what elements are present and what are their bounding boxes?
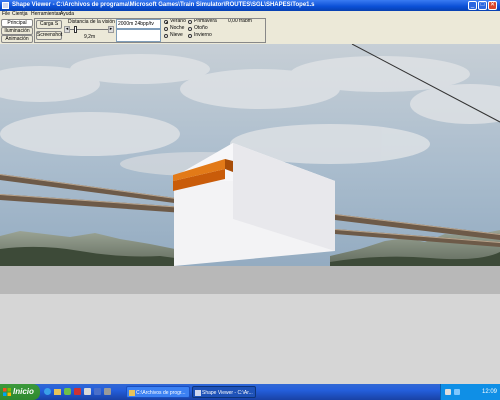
shape-viewer-icon [195,390,201,396]
menu-cientja[interactable]: Cientja [12,11,28,18]
start-label: Inicio [13,387,34,396]
ground-strip [0,266,500,296]
tab-principal[interactable]: Principal [1,19,33,27]
ground [0,294,500,384]
minimize-button[interactable]: _ [468,1,477,10]
windows-logo-icon [3,388,11,396]
menu-file[interactable]: File [2,11,10,18]
app-shortcut-icon[interactable] [104,388,111,395]
clock: 12:09 [481,389,497,395]
menu-ayuda[interactable]: Ayuda [60,11,74,18]
maximize-button[interactable]: □ [478,1,487,10]
start-button[interactable]: Inicio [0,384,40,400]
app-shortcut-icon[interactable] [84,388,91,395]
taskbar-item-shape-viewer[interactable]: Shape Viewer - C:\Ar... [192,386,256,398]
viewport-3d[interactable] [0,44,500,384]
app-shortcut-icon[interactable] [94,388,101,395]
system-tray: 12:09 [440,384,500,400]
media-icon[interactable] [64,388,71,395]
app-icon [2,2,9,9]
tab-iluminacion[interactable]: Iluminación [1,27,33,35]
volume-icon[interactable] [445,389,451,395]
toolbar-box [34,18,266,43]
folder-icon [129,390,135,396]
taskbar-item-label: C:\Archivos de progr... [136,390,186,396]
taskbar-item-explorer[interactable]: C:\Archivos de progr... [126,386,190,398]
ie-icon[interactable] [44,388,51,395]
window-title: Shape Viewer - C:\Archivos de programa\M… [12,2,315,8]
close-button[interactable]: ✕ [488,1,497,10]
menu-bar: File Cientja Herramientas Ayuda [0,11,500,18]
title-bar: Shape Viewer - C:\Archivos de programa\M… [0,0,500,11]
app-shortcut-icon[interactable] [74,388,81,395]
tab-animacion[interactable]: Animación [1,35,33,43]
folder-icon[interactable] [54,389,61,395]
quick-launch [44,388,122,396]
network-icon[interactable] [454,389,460,395]
taskbar: Inicio C:\Archivos de progr... Shape Vie… [0,384,500,400]
taskbar-item-label: Shape Viewer - C:\Ar... [202,390,253,396]
menu-herramientas[interactable]: Herramientas [31,11,61,18]
